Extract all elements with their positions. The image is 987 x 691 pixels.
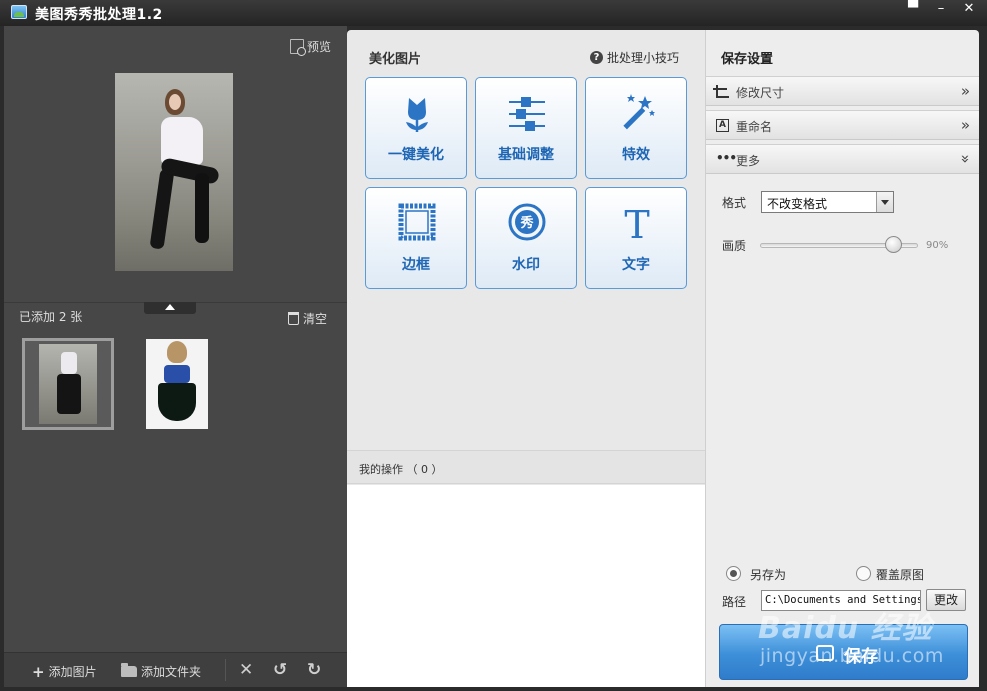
save-label: 保存 <box>844 647 878 667</box>
tool-basic-adjust[interactable]: 基础调整 <box>475 77 577 179</box>
tool-label: 边框 <box>402 257 430 273</box>
chevron-down-icon[interactable] <box>876 192 893 212</box>
frame-icon <box>398 203 436 241</box>
folder-icon <box>121 663 137 677</box>
format-select[interactable]: 不改变格式 <box>761 191 894 213</box>
toolbar-separator <box>225 659 226 681</box>
rotate-right-icon[interactable]: ↻ <box>307 660 321 680</box>
tool-label: 文字 <box>622 257 650 273</box>
tool-effects[interactable]: 特效 <box>585 77 687 179</box>
minimize-icon[interactable]: – <box>928 0 954 20</box>
tool-label: 特效 <box>622 147 650 163</box>
svg-text:T: T <box>624 203 649 244</box>
rename-icon: A <box>716 119 729 132</box>
more-label: 更多 <box>736 154 761 168</box>
format-value: 不改变格式 <box>767 197 828 211</box>
more-section[interactable]: ••• 更多 » <box>706 144 980 174</box>
more-dots-icon: ••• <box>716 151 737 165</box>
beautify-title: 美化图片 <box>369 52 422 67</box>
preview-image <box>115 73 233 271</box>
save-icon <box>816 645 834 661</box>
delete-icon[interactable]: ✕ <box>239 660 253 680</box>
resize-section[interactable]: 修改尺寸 » <box>706 76 980 106</box>
path-input[interactable]: C:\Documents and Settings\ <box>761 590 921 611</box>
tool-watermark[interactable]: 秀 水印 <box>475 187 577 289</box>
save-settings-panel: 保存设置 修改尺寸 » A 重命名 » ••• 更多 » 格式 不改变格式 画质… <box>705 30 980 687</box>
close-icon[interactable]: ✕ <box>956 0 982 20</box>
tool-label: 基础调整 <box>498 147 554 163</box>
trash-icon <box>287 312 299 325</box>
rotate-left-icon[interactable]: ↺ <box>273 660 287 680</box>
double-chevron-down-icon: » <box>956 154 975 164</box>
save-as-label: 另存为 <box>750 568 787 582</box>
resize-label: 修改尺寸 <box>736 86 785 100</box>
my-operations-label: 我的操作 （ 0 ） <box>359 463 443 476</box>
svg-text:秀: 秀 <box>519 215 534 231</box>
bottom-toolbar: + 添加图片 添加文件夹 ✕ ↺ ↻ <box>4 652 347 687</box>
window-edge <box>979 26 987 691</box>
app-icon <box>11 5 27 19</box>
title-bar: 美图秀秀批处理1.2 ▀ – ✕ <box>0 0 987 26</box>
sliders-icon <box>509 97 545 131</box>
thumbnail-2[interactable] <box>146 339 208 429</box>
window-title: 美图秀秀批处理1.2 <box>35 7 163 23</box>
add-image-label: 添加图片 <box>48 665 97 679</box>
overwrite-radio[interactable] <box>856 566 871 581</box>
tips-link[interactable]: ? 批处理小技巧 <box>589 49 679 66</box>
tool-one-click-beautify[interactable]: 一键美化 <box>365 77 467 179</box>
collapse-preview-handle[interactable] <box>144 302 196 314</box>
clear-button[interactable]: 清空 <box>287 310 327 327</box>
help-icon: ? <box>589 51 603 64</box>
magic-wand-icon <box>623 94 655 130</box>
image-list-panel: 预览 已添加 2 张 清空 + 添加图片 添加文件夹 ✕ ↺ ↻ <box>4 26 347 687</box>
quality-value: 90% <box>926 240 949 251</box>
tool-frame[interactable]: 边框 <box>365 187 467 289</box>
quality-label: 画质 <box>722 239 747 253</box>
add-folder-label: 添加文件夹 <box>141 665 202 679</box>
add-image-button[interactable]: + 添加图片 <box>32 663 97 680</box>
tool-text[interactable]: T 文字 <box>585 187 687 289</box>
tulip-icon <box>406 98 428 132</box>
save-settings-title: 保存设置 <box>721 52 774 67</box>
change-path-button[interactable]: 更改 <box>926 589 966 611</box>
preview-label: 预览 <box>306 40 331 54</box>
added-count: 已添加 2 张 <box>19 310 83 324</box>
rename-label: 重命名 <box>736 120 773 134</box>
double-chevron-right-icon: » <box>960 116 970 134</box>
format-label: 格式 <box>722 196 747 210</box>
preview-icon <box>289 39 306 56</box>
thumbnail-1[interactable] <box>22 338 114 430</box>
add-folder-button[interactable]: 添加文件夹 <box>121 663 201 680</box>
beautify-panel: 美化图片 ? 批处理小技巧 一键美化 基础调整 特效 边框 秀 水印 T 文字 … <box>347 30 705 687</box>
plus-icon: + <box>32 662 45 681</box>
double-chevron-right-icon: » <box>960 82 970 100</box>
path-label: 路径 <box>722 595 747 609</box>
save-button[interactable]: 保存 <box>719 624 968 680</box>
save-as-radio[interactable] <box>726 566 741 581</box>
tool-label: 一键美化 <box>388 147 444 163</box>
operations-list <box>347 485 705 687</box>
my-operations-bar: 我的操作 （ 0 ） <box>347 450 705 484</box>
overwrite-label: 覆盖原图 <box>876 568 925 582</box>
rename-section[interactable]: A 重命名 » <box>706 110 980 140</box>
tool-label: 水印 <box>512 257 540 273</box>
feedback-icon[interactable]: ▀ <box>900 0 926 20</box>
text-T-icon: T <box>624 203 649 244</box>
quality-slider-thumb[interactable] <box>885 236 902 253</box>
tips-label: 批处理小技巧 <box>606 51 679 65</box>
crop-icon <box>713 85 729 98</box>
preview-button[interactable]: 预览 <box>289 38 331 56</box>
clear-label: 清空 <box>302 312 327 326</box>
watermark-seal-icon: 秀 <box>508 203 546 241</box>
